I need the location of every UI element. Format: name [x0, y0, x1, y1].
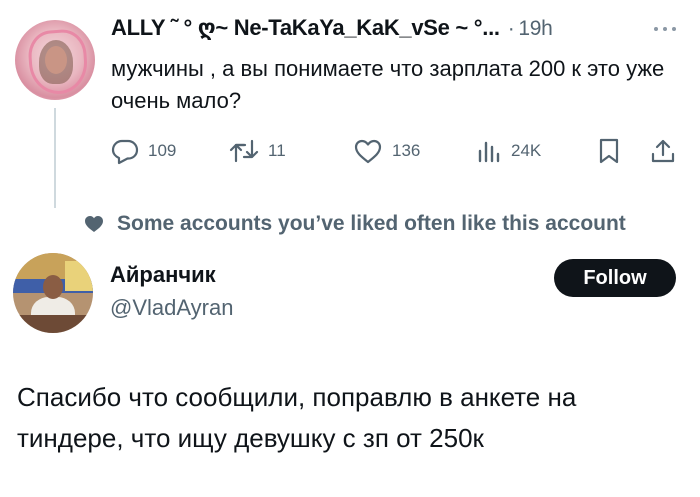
author-name[interactable]: ALLY ˜ ° ღ~ Ne-TaKaYa_KaK_vSe ~ °...	[111, 15, 500, 40]
views-icon	[478, 141, 500, 163]
like-icon	[354, 139, 382, 164]
avatar-head	[43, 275, 63, 299]
tweet-text: мужчины , а вы понимаете что зарплата 20…	[111, 56, 665, 113]
bookmark-icon	[599, 138, 619, 164]
like-button[interactable]: 136	[353, 137, 420, 165]
views-button[interactable]: 24K	[476, 137, 541, 165]
reply-user-avatar[interactable]	[13, 253, 93, 333]
reply-count: 109	[148, 141, 177, 160]
bookmark-button[interactable]	[596, 137, 622, 165]
social-context-text: Some accounts you’ve liked often like th…	[117, 212, 626, 235]
avatar-heart-frame	[26, 28, 90, 96]
header-separator: ·	[507, 17, 515, 40]
views-count: 24K	[511, 141, 542, 160]
reply-user-name[interactable]: Айранчик	[110, 262, 216, 288]
repost-icon	[229, 139, 259, 163]
avatar-background-light	[65, 261, 93, 291]
reply-tweet-text: Спасибо что сообщили, поправлю в анкете …	[17, 382, 577, 453]
repost-button[interactable]: 11	[229, 137, 286, 165]
reply-button[interactable]: 109	[111, 137, 176, 165]
thread-line	[54, 108, 56, 208]
avatar-table	[13, 315, 93, 333]
repost-count: 11	[268, 141, 286, 160]
share-icon	[651, 139, 675, 163]
reply-icon	[111, 139, 139, 165]
share-button[interactable]	[650, 137, 676, 165]
reply-user-handle[interactable]: @VladAyran	[110, 295, 233, 321]
social-context: Some accounts you’ve liked often like th…	[84, 212, 626, 236]
tweet-time[interactable]: 19h	[518, 17, 552, 40]
tweet-header: ALLY ˜ ° ღ~ Ne-TaKaYa_KaK_vSe ~ °... · 19h	[111, 15, 553, 41]
more-icon[interactable]	[651, 22, 681, 34]
follow-button[interactable]: Follow	[554, 259, 676, 297]
author-avatar[interactable]	[15, 20, 95, 100]
heart-icon	[85, 216, 103, 232]
like-count: 136	[392, 141, 421, 160]
